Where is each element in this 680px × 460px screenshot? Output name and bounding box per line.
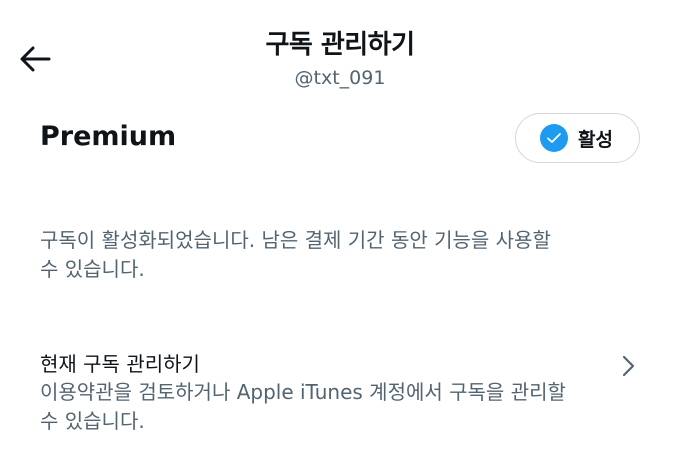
page-title: 구독 관리하기 — [265, 30, 415, 60]
status-label: 활성 — [578, 128, 613, 151]
manage-subscription-title: 현재 구독 관리하기 — [40, 352, 200, 376]
plan-row: Premium 활성 — [40, 110, 640, 164]
manage-description-line: 수 있습니다. — [40, 409, 145, 433]
manage-description-line: 이용약관을 검토하거나 Apple iTunes 계정에서 구독을 관리할 — [40, 380, 566, 404]
header: 구독 관리하기 @txt_091 — [0, 0, 680, 100]
check-circle-icon — [540, 124, 569, 152]
manage-subscription-item[interactable]: 현재 구독 관리하기 이용약관을 검토하거나 Apple iTunes 계정에서… — [40, 350, 640, 440]
status-badge: 활성 — [515, 113, 640, 163]
plan-name: Premium — [40, 121, 177, 152]
description-line: 구독이 활성화되었습니다. 남은 결제 기간 동안 기능을 사용할 — [40, 228, 551, 252]
manage-subscription-description: 이용약관을 검토하거나 Apple iTunes 계정에서 구독을 관리할 수 … — [40, 378, 630, 436]
chevron-right-icon — [622, 355, 635, 377]
description-line: 수 있습니다. — [40, 257, 145, 281]
account-handle: @txt_091 — [294, 67, 386, 89]
subscription-description: 구독이 활성화되었습니다. 남은 결제 기간 동안 기능을 사용할 수 있습니다… — [40, 226, 630, 284]
title-block: 구독 관리하기 @txt_091 — [0, 28, 680, 90]
